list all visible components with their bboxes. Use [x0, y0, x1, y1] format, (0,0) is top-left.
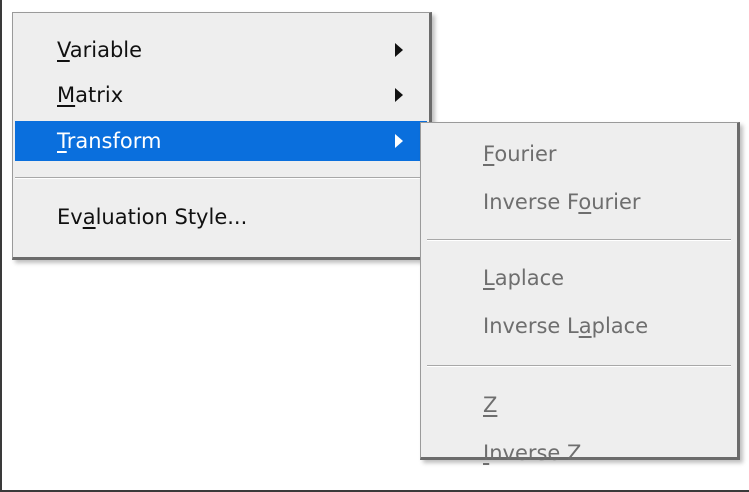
transform-submenu: Fourier Inverse Fourier Laplace Inverse … — [420, 122, 740, 465]
menu-item-label: Matrix — [57, 83, 124, 107]
menu-item-label: Transform — [57, 129, 162, 153]
menu-separator — [15, 177, 427, 179]
menu-item-label: Laplace — [483, 266, 565, 290]
menu-separator — [427, 365, 731, 367]
menu-item-label: Fourier — [483, 142, 557, 166]
menu-item-variable[interactable]: Variable — [15, 30, 427, 70]
submenu-item-fourier[interactable]: Fourier — [423, 134, 735, 174]
menu-item-transform[interactable]: Transform — [15, 121, 427, 161]
submenu-arrow-icon — [395, 43, 403, 57]
submenu-item-z[interactable]: Z — [423, 385, 735, 425]
menu-item-label: Inverse Z — [483, 441, 582, 465]
menu-item-label: Variable — [57, 38, 143, 62]
submenu-arrow-icon — [395, 134, 403, 148]
submenu-item-inverse-laplace[interactable]: Inverse Laplace — [423, 306, 735, 346]
menu-item-label: Z — [483, 393, 498, 417]
menu-item-label: Inverse Laplace — [483, 314, 649, 338]
submenu-item-laplace[interactable]: Laplace — [423, 258, 735, 298]
submenu-item-inverse-fourier[interactable]: Inverse Fourier — [423, 182, 735, 222]
menu-item-evaluation-style[interactable]: Evaluation Style... — [15, 197, 427, 237]
menu-item-matrix[interactable]: Matrix — [15, 75, 427, 115]
submenu-item-inverse-z[interactable]: Inverse Z — [423, 433, 735, 473]
menu-item-label: Inverse Fourier — [483, 190, 641, 214]
menu-separator — [427, 239, 731, 241]
context-menu: Variable Matrix Transform Evaluation Sty… — [12, 12, 432, 260]
submenu-arrow-icon — [395, 88, 403, 102]
menu-item-label: Evaluation Style... — [57, 205, 248, 229]
